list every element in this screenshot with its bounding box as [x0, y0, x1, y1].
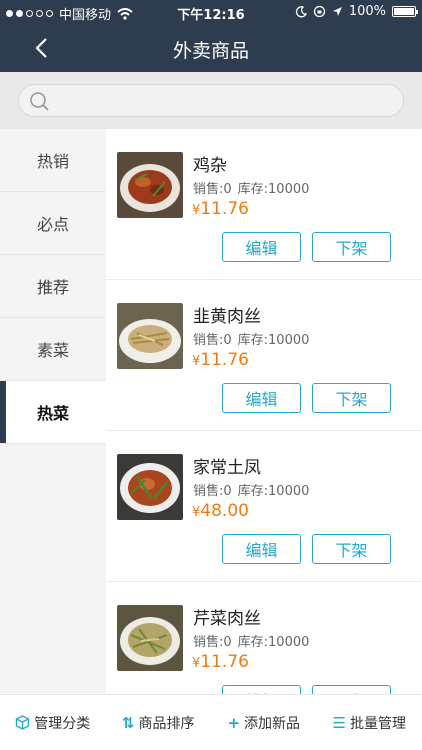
sales-count: 销售:0 — [193, 333, 232, 348]
sales-count: 销售:0 — [193, 635, 232, 650]
take-down-button[interactable]: 下架 — [312, 534, 391, 564]
product-item: 韭黄肉丝 销售:0 库存:10000 ¥11.76 编辑 下架 — [106, 280, 422, 431]
sidebar-item-must-order[interactable]: 必点 — [0, 192, 106, 255]
take-down-button[interactable]: 下架 — [312, 383, 391, 413]
navigation-bar: 外卖商品 — [0, 24, 422, 72]
page-title: 外卖商品 — [172, 40, 249, 62]
category-sidebar: 热销 必点 推荐 素菜 热菜 — [0, 129, 106, 694]
sidebar-item-label: 热菜 — [36, 404, 69, 423]
plus-icon: + — [227, 713, 241, 732]
sidebar-item-label: 素菜 — [36, 341, 69, 360]
edit-button[interactable]: 编辑 — [222, 534, 301, 564]
batch-manage-label: 批量管理 — [349, 715, 406, 732]
product-price: ¥48.00 — [192, 501, 249, 521]
battery-icon — [392, 6, 418, 17]
stock-count: 库存:10000 — [237, 182, 310, 197]
search-box[interactable] — [18, 84, 404, 117]
top-bar: 中国移动 下午12:16 100% 外卖商品 — [0, 0, 422, 72]
sidebar-item-recommended[interactable]: 推荐 — [0, 255, 106, 318]
sidebar-item-hot-dishes[interactable]: 热菜 — [0, 381, 106, 444]
search-input[interactable] — [57, 85, 391, 116]
product-photo — [117, 454, 183, 520]
sales-count: 销售:0 — [193, 484, 232, 499]
product-list: 鸡杂 销售:0 库存:10000 ¥11.76 编辑 下架 韭黄肉丝 销售:0 库存… — [106, 129, 422, 694]
sidebar-item-hot-sale[interactable]: 热销 — [0, 129, 106, 192]
sales-count: 销售:0 — [193, 182, 232, 197]
stock-count: 库存:10000 — [237, 635, 310, 650]
product-photo — [117, 152, 183, 218]
product-stats: 销售:0 库存:10000 — [193, 631, 309, 650]
price-value: 11.76 — [200, 199, 249, 219]
sidebar-item-vegetable-dishes[interactable]: 素菜 — [0, 318, 106, 381]
product-price: ¥11.76 — [192, 350, 249, 370]
list-icon: ☰ — [332, 713, 346, 732]
product-photo — [117, 605, 183, 671]
product-photo — [117, 303, 183, 369]
product-stats: 销售:0 库存:10000 — [193, 480, 309, 499]
price-value: 11.76 — [200, 652, 249, 672]
battery-percent: 100% — [348, 4, 386, 19]
add-product-label: 添加新品 — [244, 715, 301, 732]
product-name: 家常土凤 — [193, 458, 261, 478]
search-area — [0, 72, 422, 129]
batch-manage-button[interactable]: ☰ 批量管理 — [317, 695, 422, 750]
sort-arrows-icon: ⇅ — [121, 713, 135, 732]
product-price: ¥11.76 — [192, 199, 249, 219]
take-down-button[interactable]: 下架 — [312, 685, 391, 694]
stock-count: 库存:10000 — [237, 484, 310, 499]
location-icon — [332, 7, 342, 16]
sort-products-button[interactable]: ⇅ 商品排序 — [106, 695, 212, 750]
sidebar-item-label: 推荐 — [36, 278, 69, 297]
product-item: 家常土凤 销售:0 库存:10000 ¥48.00 编辑 下架 — [106, 431, 422, 582]
take-down-button[interactable]: 下架 — [312, 232, 391, 262]
manage-category-button[interactable]: 管理分类 — [0, 695, 106, 750]
product-stats: 销售:0 库存:10000 — [193, 178, 309, 197]
sidebar-item-label: 热销 — [36, 152, 69, 171]
price-value: 48.00 — [200, 501, 249, 521]
add-product-button[interactable]: + 添加新品 — [211, 695, 317, 750]
product-stats: 销售:0 库存:10000 — [193, 329, 309, 348]
edit-button[interactable]: 编辑 — [222, 685, 301, 694]
product-item: 芹菜肉丝 销售:0 库存:10000 ¥11.76 编辑 下架 — [106, 582, 422, 694]
search-icon — [30, 92, 49, 111]
sidebar-item-label: 必点 — [36, 215, 69, 234]
product-price: ¥11.76 — [192, 652, 249, 672]
sort-products-label: 商品排序 — [138, 715, 195, 732]
rotation-lock-icon — [313, 5, 325, 18]
product-name: 鸡杂 — [193, 156, 227, 176]
product-name: 芹菜肉丝 — [193, 609, 261, 629]
stock-count: 库存:10000 — [237, 333, 310, 348]
cube-icon — [16, 715, 30, 730]
manage-category-label: 管理分类 — [34, 715, 91, 732]
edit-button[interactable]: 编辑 — [222, 232, 301, 262]
status-bar: 中国移动 下午12:16 100% — [0, 0, 422, 24]
product-item: 鸡杂 销售:0 库存:10000 ¥11.76 编辑 下架 — [106, 129, 422, 280]
edit-button[interactable]: 编辑 — [222, 383, 301, 413]
product-name: 韭黄肉丝 — [193, 307, 261, 327]
moon-icon — [295, 5, 307, 17]
bottom-toolbar: 管理分类 ⇅ 商品排序 + 添加新品 ☰ 批量管理 — [0, 694, 422, 750]
price-value: 11.76 — [200, 350, 249, 370]
